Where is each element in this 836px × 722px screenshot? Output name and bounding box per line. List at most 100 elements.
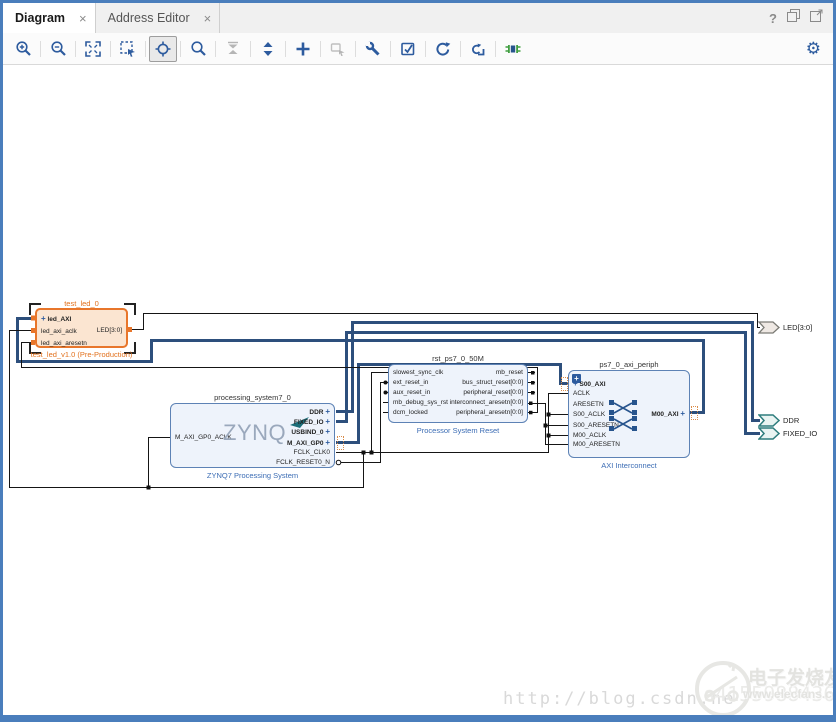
port-led-axi-aresetn[interactable]: led_axi_aresetn [41, 340, 87, 348]
block-title: rst_ps7_0_50M [369, 354, 547, 363]
zoom-in-button[interactable] [9, 36, 37, 62]
port-aux-reset-in[interactable]: aux_reset_in [393, 389, 430, 397]
add-ip-icon [295, 41, 311, 57]
block-test-led-0[interactable]: test_led_0 + led_AXI led_axi_aclk led_ax… [35, 308, 128, 348]
port-label: ACLK [573, 390, 590, 397]
tab-address-editor[interactable]: Address Editor × [96, 3, 221, 33]
find-button[interactable] [184, 36, 212, 62]
port-label: M00_ARESETN [573, 441, 620, 448]
port-fclk-clk0[interactable]: FCLK_CLK0 [294, 449, 331, 457]
port-label: slowest_sync_clk [393, 369, 443, 376]
external-port-ddr-label[interactable]: DDR [783, 416, 799, 425]
port-aclk[interactable]: ACLK [573, 390, 590, 398]
external-port-ddr-shape[interactable] [758, 414, 780, 427]
port-led-axi[interactable]: + led_AXI [41, 315, 71, 323]
port-label: aux_reset_in [393, 389, 430, 396]
optimize-routing-button[interactable] [499, 36, 527, 62]
settings-gear-icon[interactable]: ⚙ [806, 39, 821, 59]
zoom-fit-button[interactable] [79, 36, 107, 62]
port-ext-reset-in[interactable]: ext_reset_in [393, 379, 428, 387]
port-led-out[interactable]: LED[3:0] [97, 327, 122, 335]
port-aresetn[interactable]: ARESETN [573, 401, 604, 409]
customize-block-button[interactable] [359, 36, 387, 62]
vivado-diagram-panel: Diagram × Address Editor × ? [0, 0, 836, 722]
regenerate-layout-button[interactable] [464, 36, 492, 62]
tab-address-editor-label: Address Editor [108, 11, 190, 25]
expand-plus-icon[interactable]: + [325, 407, 330, 416]
validate-design-button[interactable] [394, 36, 422, 62]
port-m00-aclk[interactable]: M00_ACLK [573, 432, 606, 440]
external-port-fixed-io-label[interactable]: FIXED_IO [783, 429, 817, 438]
port-fclk-reset0-n[interactable]: FCLK_RESET0_N [276, 459, 330, 467]
port-label: USBIND_0 [291, 429, 323, 436]
zynq-logo: ZYNQ [223, 420, 286, 446]
port-peripheral-reset[interactable]: peripheral_reset[0:0] [463, 389, 523, 397]
block-processing-system7-0[interactable]: processing_system7_0 M_AXI_GP0_ACLK ZYNQ… [170, 403, 335, 468]
refresh-button[interactable] [429, 36, 457, 62]
expand-plus-icon[interactable]: + [325, 417, 330, 426]
port-label: mb_reset [496, 369, 523, 376]
autofit-selection-button[interactable] [149, 36, 177, 62]
expand-hierarchy-button[interactable] [254, 36, 282, 62]
validate-design-icon [400, 41, 416, 57]
block-subtitle: AXI Interconnect [539, 461, 719, 470]
block-subtitle: Processor System Reset [359, 426, 557, 435]
port-bus-struct-reset[interactable]: bus_struct_reset[0:0] [462, 379, 523, 387]
port-label: FIXED_IO [294, 419, 324, 426]
block-title: processing_system7_0 [151, 393, 354, 402]
help-icon[interactable]: ? [769, 11, 777, 26]
port-fixed-io[interactable]: FIXED_IO + [294, 418, 330, 426]
highlight-m-axi-gp0 [337, 436, 344, 450]
autofit-selection-icon [155, 41, 171, 57]
port-interconnect-aresetn[interactable]: interconnect_aresetn[0:0] [450, 399, 523, 407]
tab-bar: Diagram × Address Editor × ? [3, 3, 833, 34]
collapse-hierarchy-icon [225, 41, 241, 57]
port-led-axi-aclk[interactable]: led_axi_aclk [41, 328, 77, 336]
external-port-led-shape[interactable] [758, 321, 780, 334]
port-s00-axi[interactable]: + S00_AXI [573, 380, 606, 388]
zoom-out-icon [50, 40, 67, 57]
port-slowest-sync-clk[interactable]: slowest_sync_clk [393, 369, 443, 377]
close-icon[interactable]: × [79, 11, 87, 26]
port-label: interconnect_aresetn[0:0] [450, 399, 523, 406]
port-s00-aclk[interactable]: S00_ACLK [573, 411, 605, 419]
close-icon[interactable]: × [204, 11, 212, 26]
block-rst-ps7-0-50m[interactable]: rst_ps7_0_50M slowest_sync_clk ext_reset… [388, 364, 528, 423]
block-title: test_led_0 [17, 299, 146, 308]
float-window-icon[interactable] [787, 9, 800, 27]
expand-hierarchy-icon [260, 41, 276, 57]
tab-diagram[interactable]: Diagram × [3, 3, 96, 33]
diagram-canvas[interactable]: http://blog.csdn.ne s4155988436 电子发烧友 ww… [3, 65, 833, 715]
port-label: peripheral_aresetn[0:0] [456, 409, 523, 416]
block-ps7-0-axi-periph[interactable]: ps7_0_axi_periph + + S00_AXI ACLK ARESET… [568, 370, 690, 458]
add-ip-button[interactable] [289, 36, 317, 62]
port-m00-aresetn[interactable]: M00_ARESETN [573, 441, 620, 449]
expand-plus-icon[interactable]: + [325, 438, 330, 447]
port-ddr[interactable]: DDR + [309, 408, 330, 416]
port-mb-reset[interactable]: mb_reset [496, 369, 523, 377]
port-dcm-locked[interactable]: dcm_locked [393, 409, 428, 417]
block-title: ps7_0_axi_periph [549, 360, 709, 369]
zoom-out-button[interactable] [44, 36, 72, 62]
expand-plus-icon[interactable]: + [41, 314, 46, 323]
external-port-fixed-io-shape[interactable] [758, 427, 780, 440]
regenerate-layout-icon [470, 41, 486, 57]
maximize-icon[interactable] [810, 9, 823, 27]
port-label: mb_debug_sys_rst [393, 399, 448, 406]
port-m-axi-gp0[interactable]: M_AXI_GP0 + [287, 439, 330, 447]
port-usbind-0[interactable]: USBIND_0 + [291, 428, 330, 436]
expand-plus-icon[interactable]: + [325, 427, 330, 436]
customize-block-icon [365, 41, 381, 57]
port-label: FCLK_CLK0 [294, 449, 331, 456]
external-port-led-label[interactable]: LED[3:0] [783, 323, 812, 332]
port-mb-debug-sys-rst[interactable]: mb_debug_sys_rst [393, 399, 448, 407]
expand-plus-icon[interactable]: + [680, 409, 685, 418]
refresh-icon [435, 41, 451, 57]
make-external-button[interactable] [324, 36, 352, 62]
expand-plus-icon[interactable]: + [573, 379, 578, 388]
port-peripheral-aresetn[interactable]: peripheral_aresetn[0:0] [456, 409, 523, 417]
zoom-to-selection-button[interactable] [114, 36, 142, 62]
collapse-hierarchy-button[interactable] [219, 36, 247, 62]
block-subtitle: ZYNQ7 Processing System [141, 471, 364, 480]
port-m00-axi[interactable]: M00_AXI + [651, 410, 685, 418]
